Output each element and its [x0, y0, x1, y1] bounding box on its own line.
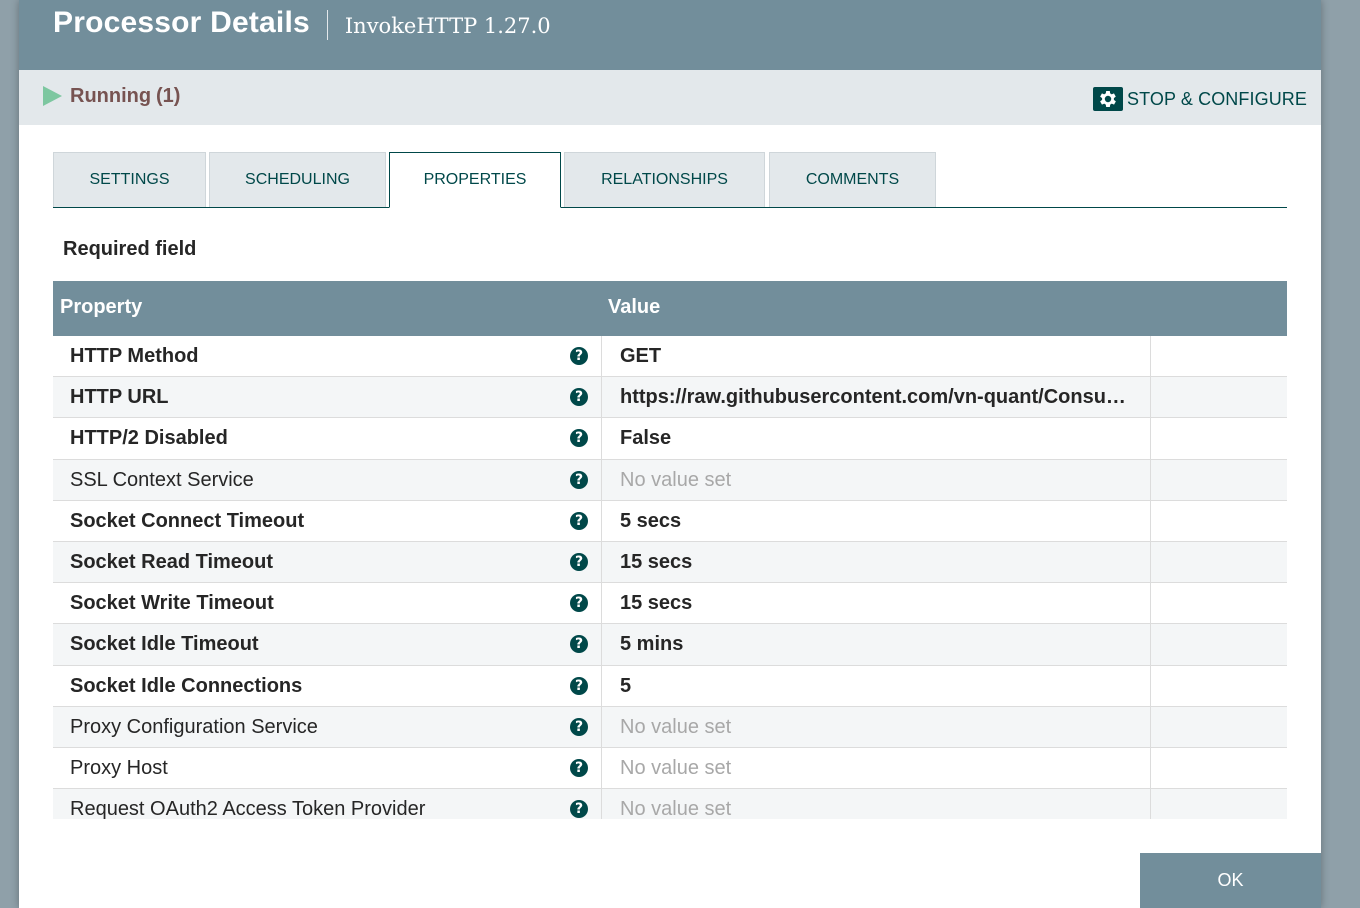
column-divider: [1150, 706, 1151, 747]
property-value[interactable]: No value set: [620, 716, 1135, 739]
value-column-header[interactable]: Value: [608, 296, 660, 319]
column-divider: [601, 377, 602, 418]
property-name: SSL Context Service: [70, 468, 254, 491]
property-value[interactable]: No value set: [620, 757, 1135, 780]
run-status-count: (1): [156, 85, 181, 107]
property-name: HTTP URL: [70, 386, 169, 409]
table-row[interactable]: Socket Idle Timeout? 5 mins: [53, 624, 1287, 666]
column-divider: [1150, 377, 1151, 418]
tab-properties[interactable]: PROPERTIES: [389, 152, 561, 208]
run-status-label: Running: [70, 85, 152, 107]
dialog-title: Processor Details: [53, 6, 310, 39]
gear-icon: [1093, 87, 1124, 111]
question-circle-icon[interactable]: ?: [570, 470, 588, 489]
column-divider: [601, 418, 602, 459]
column-divider: [1150, 459, 1151, 500]
tab-comments[interactable]: COMMENTS: [769, 152, 936, 207]
question-circle-icon[interactable]: ?: [570, 758, 588, 777]
column-divider: [601, 665, 602, 706]
column-divider: [1150, 500, 1151, 541]
table-row[interactable]: Proxy Configuration Service? No value set: [53, 706, 1287, 748]
question-circle-icon[interactable]: ?: [570, 717, 588, 736]
column-divider: [1150, 583, 1151, 624]
tab-scheduling[interactable]: SCHEDULING: [209, 152, 386, 207]
property-value[interactable]: 15 secs: [620, 592, 1135, 615]
table-row[interactable]: HTTP/2 Disabled? False: [53, 418, 1287, 460]
properties-grid: Property Value HTTP Method? GET HTTP URL? h…: [53, 281, 1287, 819]
property-value[interactable]: No value set: [620, 798, 1135, 819]
property-value[interactable]: 5: [620, 675, 1135, 698]
property-value[interactable]: False: [620, 427, 1135, 450]
table-row[interactable]: Socket Write Timeout? 15 secs: [53, 583, 1287, 625]
column-divider: [1150, 336, 1151, 377]
property-name: Socket Idle Connections: [70, 674, 303, 697]
column-divider: [601, 747, 602, 789]
property-value[interactable]: https://raw.githubusercontent.com/vn-qua…: [620, 386, 1135, 409]
table-row[interactable]: HTTP Method? GET: [53, 336, 1287, 378]
column-divider: [601, 541, 602, 583]
column-divider: [1150, 747, 1151, 789]
question-circle-icon[interactable]: ?: [570, 388, 588, 407]
property-value[interactable]: 5 secs: [620, 510, 1135, 533]
background-right-strip: [1321, 0, 1360, 908]
dialog-header: Processor Details InvokeHTTP 1.27.0: [19, 0, 1321, 70]
property-column-header[interactable]: Property: [60, 296, 142, 319]
property-name: HTTP Method: [70, 345, 199, 367]
question-circle-icon[interactable]: ?: [570, 511, 588, 530]
property-value[interactable]: 15 secs: [620, 551, 1135, 574]
table-row[interactable]: Socket Read Timeout? 15 secs: [53, 541, 1287, 584]
stop-configure-label: STOP & CONFIGURE: [1127, 88, 1307, 109]
property-name: Socket Write Timeout: [70, 592, 274, 615]
processor-details-dialog: Processor Details InvokeHTTP 1.27.0 Runn…: [19, 0, 1321, 908]
tab-settings[interactable]: SETTINGS: [53, 152, 206, 207]
table-row[interactable]: Socket Idle Connections? 5: [53, 665, 1287, 707]
column-divider: [601, 706, 602, 747]
property-name: Socket Connect Timeout: [70, 509, 305, 532]
question-circle-icon[interactable]: ?: [570, 800, 588, 819]
column-divider: [1150, 665, 1151, 706]
dialog-subtitle: InvokeHTTP 1.27.0: [344, 14, 551, 38]
question-circle-icon[interactable]: ?: [570, 552, 588, 571]
question-circle-icon[interactable]: ?: [570, 635, 588, 654]
play-icon: [43, 86, 62, 106]
ok-button[interactable]: OK: [1140, 853, 1321, 908]
grid-header: Property Value: [53, 281, 1287, 336]
grid-body: HTTP Method? GET HTTP URL? https://raw.gith…: [53, 336, 1287, 819]
question-circle-icon[interactable]: ?: [570, 676, 588, 695]
status-bar: Running (1) STOP & CONFIGURE: [19, 70, 1321, 125]
question-circle-icon[interactable]: ?: [570, 347, 588, 365]
property-name: Socket Idle Timeout: [70, 633, 259, 656]
column-divider: [601, 583, 602, 624]
column-divider: [1150, 541, 1151, 583]
title-divider: [326, 10, 328, 40]
column-divider: [601, 624, 602, 665]
column-divider: [1150, 789, 1151, 819]
property-value[interactable]: No value set: [620, 469, 1135, 492]
column-divider: [601, 336, 602, 377]
tab-bar: SETTINGS SCHEDULING PROPERTIES RELATIONS…: [53, 152, 1287, 208]
property-value[interactable]: GET: [620, 345, 1135, 368]
property-name: Socket Read Timeout: [70, 550, 274, 573]
question-circle-icon[interactable]: ?: [570, 429, 588, 448]
required-field-note: Required field: [63, 238, 197, 260]
property-name: Proxy Configuration Service: [70, 715, 318, 738]
column-divider: [1150, 418, 1151, 459]
table-row[interactable]: Request OAuth2 Access Token Provider? No …: [53, 789, 1287, 819]
table-row[interactable]: SSL Context Service? No value set: [53, 459, 1287, 501]
column-divider: [601, 459, 602, 500]
column-divider: [601, 500, 602, 541]
question-circle-icon[interactable]: ?: [570, 594, 588, 613]
table-row[interactable]: HTTP URL? https://raw.githubusercontent.c…: [53, 377, 1287, 419]
table-row[interactable]: Socket Connect Timeout? 5 secs: [53, 500, 1287, 542]
background-left-strip: [0, 0, 19, 908]
stop-configure-button[interactable]: STOP & CONFIGURE: [1093, 86, 1307, 112]
table-row[interactable]: Proxy Host? No value set: [53, 747, 1287, 790]
tab-relationships[interactable]: RELATIONSHIPS: [564, 152, 765, 207]
property-name: Proxy Host: [70, 756, 168, 779]
property-name: HTTP/2 Disabled: [70, 427, 228, 450]
column-divider: [1150, 624, 1151, 665]
column-divider: [601, 789, 602, 819]
property-value[interactable]: 5 mins: [620, 633, 1135, 656]
property-name: Request OAuth2 Access Token Provider: [70, 798, 426, 819]
